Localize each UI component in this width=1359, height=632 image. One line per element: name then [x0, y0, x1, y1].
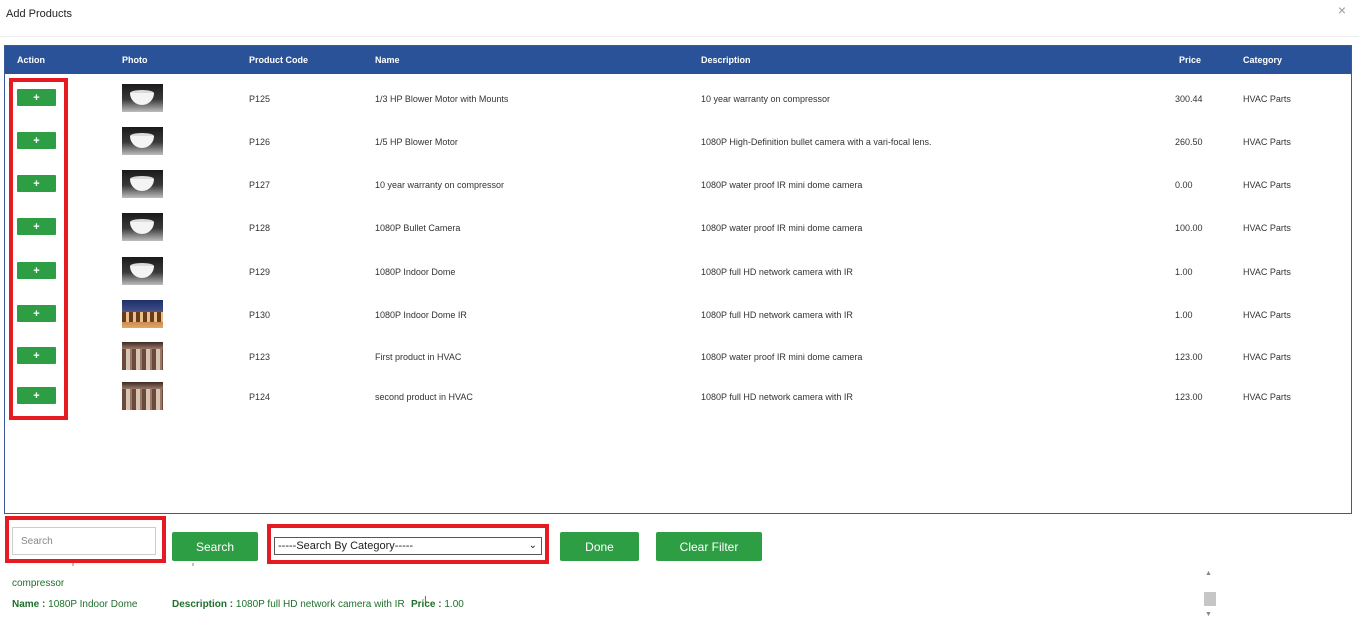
product-code-cell: P127	[249, 180, 271, 190]
preview-description-label: Description :	[172, 599, 234, 610]
product-description-cell: 1080P full HD network camera with IR	[701, 267, 853, 277]
products-table: Action Photo Product Code Name Descripti…	[4, 45, 1352, 514]
product-code-cell: P128	[249, 223, 271, 233]
header-product-code: Product Code	[249, 55, 309, 65]
product-code-cell: P123	[249, 352, 271, 362]
product-category-cell: HVAC Parts	[1243, 137, 1291, 147]
header-description: Description	[701, 55, 751, 65]
table-row: + P126 1/5 HP Blower Motor 1080P High-Defin…	[5, 126, 1351, 156]
preview-price-value: 1.00	[444, 599, 464, 610]
table-row: + P124 second product in HVAC 1080P full HD…	[5, 381, 1351, 411]
preview-line: compressor	[12, 578, 65, 589]
product-name-cell: 1080P Indoor Dome	[375, 267, 456, 277]
product-price-cell: 0.00	[1175, 180, 1193, 190]
product-photo	[122, 213, 163, 241]
product-name-cell: 1/5 HP Blower Motor	[375, 137, 458, 147]
category-select[interactable]: -----Search By Category----- ⌄	[274, 537, 542, 555]
search-button[interactable]: Search	[172, 532, 258, 561]
header-photo: Photo	[122, 55, 148, 65]
product-description-cell: 1080P High-Definition bullet camera with…	[701, 137, 932, 147]
product-photo	[122, 300, 163, 328]
clipped-text-line	[12, 563, 302, 566]
preview-name: Name : 1080P Indoor Dome	[12, 599, 137, 610]
product-price-cell: 100.00	[1175, 223, 1203, 233]
action-column-highlight	[9, 78, 68, 420]
table-row: + P128 1080P Bullet Camera 1080P water proo…	[5, 212, 1351, 242]
product-price-cell: 1.00	[1175, 267, 1193, 277]
product-price-cell: 123.00	[1175, 352, 1203, 362]
scroll-up-icon[interactable]: ▲	[1205, 570, 1212, 577]
product-price-cell: 260.50	[1175, 137, 1203, 147]
table-header: Action Photo Product Code Name Descripti…	[5, 46, 1351, 74]
chevron-down-icon: ⌄	[528, 540, 537, 551]
product-description-cell: 10 year warranty on compressor	[701, 94, 831, 104]
header-action: Action	[17, 55, 45, 65]
header-name: Name	[375, 55, 400, 65]
product-category-cell: HVAC Parts	[1243, 223, 1291, 233]
text-cursor-icon: I	[424, 595, 427, 606]
search-input[interactable]	[12, 527, 156, 555]
product-photo	[122, 84, 163, 112]
preview-description-value: 1080P full HD network camera with IR	[235, 599, 405, 610]
preview-price: Price : 1.00	[411, 599, 464, 610]
product-name-cell: 1080P Bullet Camera	[375, 223, 461, 233]
product-code-cell: P129	[249, 267, 271, 277]
product-category-cell: HVAC Parts	[1243, 267, 1291, 277]
product-description-cell: 1080P full HD network camera with IR	[701, 310, 853, 320]
table-row: + P123 First product in HVAC 1080P water pr…	[5, 341, 1351, 371]
product-name-cell: 1080P Indoor Dome IR	[375, 310, 467, 320]
dialog-title: Add Products	[6, 8, 73, 20]
preview-name-value: 1080P Indoor Dome	[48, 599, 138, 610]
product-photo	[122, 382, 163, 410]
product-category-cell: HVAC Parts	[1243, 94, 1291, 104]
header-price: Price	[1179, 55, 1202, 65]
table-row: + P129 1080P Indoor Dome 1080P full HD netw…	[5, 256, 1351, 286]
table-row: + P127 10 year warranty on compressor 1080P…	[5, 169, 1351, 199]
product-photo	[122, 257, 163, 285]
done-button[interactable]: Done	[560, 532, 639, 561]
product-description-cell: 1080P water proof IR mini dome camera	[701, 223, 863, 233]
category-select-value: -----Search By Category-----	[278, 540, 414, 552]
product-category-cell: HVAC Parts	[1243, 180, 1291, 190]
product-code-cell: P124	[249, 392, 271, 402]
product-description-cell: 1080P water proof IR mini dome camera	[701, 352, 863, 362]
product-price-cell: 123.00	[1175, 392, 1203, 402]
product-code-cell: P130	[249, 310, 271, 320]
scrollbar-thumb[interactable]	[1204, 592, 1216, 606]
product-name-cell: 1/3 HP Blower Motor with Mounts	[375, 94, 509, 104]
preview-description: Description : 1080P full HD network came…	[172, 599, 405, 610]
scroll-down-icon[interactable]: ▼	[1205, 611, 1212, 618]
clear-filter-button[interactable]: Clear Filter	[656, 532, 762, 561]
table-row: + P125 1/3 HP Blower Motor with Mounts 10 y…	[5, 83, 1351, 113]
product-code-cell: P126	[249, 137, 271, 147]
product-category-cell: HVAC Parts	[1243, 310, 1291, 320]
header-category: Category	[1243, 55, 1283, 65]
product-description-cell: 1080P full HD network camera with IR	[701, 392, 853, 402]
product-price-cell: 1.00	[1175, 310, 1193, 320]
product-price-cell: 300.44	[1175, 94, 1203, 104]
table-row: + P130 1080P Indoor Dome IR 1080P full HD n…	[5, 299, 1351, 329]
product-photo	[122, 342, 163, 370]
product-photo	[122, 170, 163, 198]
product-category-cell: HVAC Parts	[1243, 392, 1291, 402]
product-description-cell: 1080P water proof IR mini dome camera	[701, 180, 863, 190]
product-code-cell: P125	[249, 94, 271, 104]
product-name-cell: First product in HVAC	[375, 352, 462, 362]
close-icon[interactable]: ×	[1338, 2, 1346, 18]
product-photo	[122, 127, 163, 155]
product-name-cell: second product in HVAC	[375, 392, 473, 402]
product-category-cell: HVAC Parts	[1243, 352, 1291, 362]
title-divider	[0, 36, 1359, 37]
preview-name-label: Name :	[12, 599, 46, 610]
product-name-cell: 10 year warranty on compressor	[375, 180, 505, 190]
